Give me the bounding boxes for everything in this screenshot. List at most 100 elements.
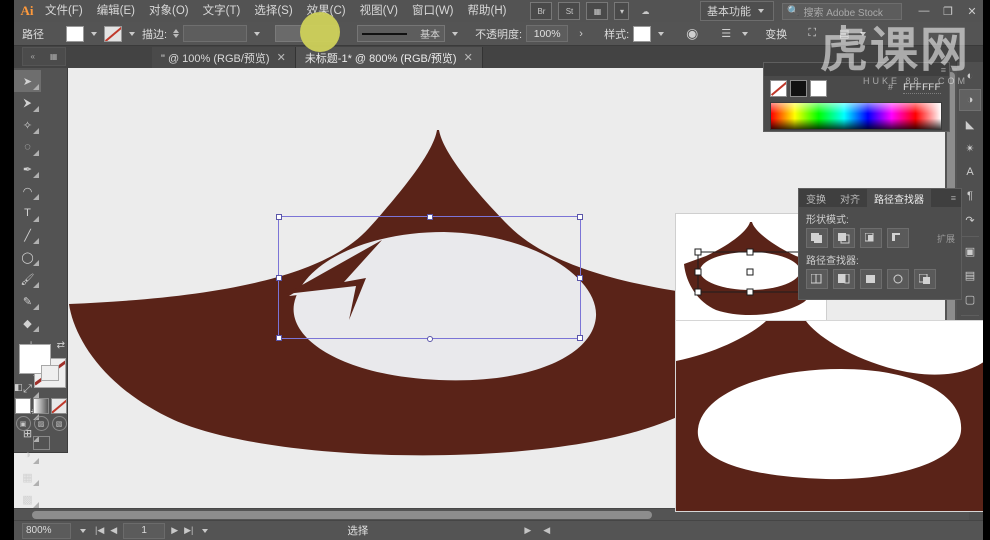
default-fill-stroke-icon[interactable]: ◧ (14, 382, 23, 393)
gradient-panel-icon[interactable]: ◣ (959, 113, 981, 135)
artboard-nav-first[interactable]: |◀ (95, 525, 104, 536)
chevron-down-icon[interactable] (80, 528, 86, 533)
appearance-panel-icon[interactable]: ▣ (959, 240, 981, 262)
opacity-field[interactable]: 100% (526, 25, 569, 42)
status-next-icon[interactable]: ▶ (524, 525, 531, 536)
pathfinder-crop-button[interactable] (887, 269, 909, 289)
panel-menu-icon[interactable]: ≡ (941, 65, 946, 75)
white-swatch[interactable] (810, 80, 827, 97)
tab-panel-grip[interactable]: «▦ (22, 47, 66, 66)
selection-bounding-box[interactable] (276, 214, 583, 342)
color-mode-gradient[interactable] (33, 398, 49, 414)
paragraph-panel-icon[interactable]: ¶ (959, 185, 981, 207)
fill-swatch[interactable] (66, 25, 84, 42)
pathfinder-divide-button[interactable] (806, 269, 828, 289)
stock-search-input[interactable]: 🔍 搜索 Adobe Stock (782, 2, 902, 20)
menu-window[interactable]: 窗口(W) (405, 0, 461, 22)
type-tool[interactable]: T (14, 202, 41, 224)
black-swatch[interactable] (790, 80, 807, 97)
pathfinder-unite-button[interactable] (806, 228, 828, 248)
stroke-weight-field[interactable] (183, 25, 248, 42)
chevron-down-icon[interactable] (860, 31, 867, 36)
curvature-tool[interactable]: ◠ (14, 180, 41, 202)
close-icon[interactable]: ✕ (464, 51, 473, 64)
chevron-down-icon[interactable] (129, 31, 135, 36)
document-tab-1[interactable]: " @ 100% (RGB/预览) ✕ (152, 47, 296, 68)
layers-panel-icon[interactable]: ▤ (959, 264, 981, 286)
color-mode-solid[interactable] (15, 398, 31, 414)
handle-bottom-left[interactable] (276, 335, 282, 341)
symbols-panel-icon[interactable]: ✴ (959, 137, 981, 159)
color-panel-icon[interactable]: ◐ (959, 65, 981, 87)
menu-help[interactable]: 帮助(H) (461, 0, 514, 22)
brushes-panel-icon[interactable]: ↷ (959, 209, 981, 231)
draw-inside-mode[interactable]: ▧ (51, 416, 67, 431)
screen-mode-button[interactable] (14, 434, 68, 452)
window-close-button[interactable]: ✕ (960, 5, 984, 18)
zoom-level-field[interactable]: 800% (22, 522, 71, 539)
artboard-nav-next[interactable]: ▶ (171, 525, 178, 536)
arrange-documents-icon[interactable]: ▦ (586, 2, 609, 20)
document-setup-icon[interactable]: ▤ (835, 26, 853, 42)
stroke-weight-stepper[interactable] (173, 29, 180, 38)
chevron-down-icon[interactable]: ▾ (614, 2, 630, 20)
stroke-swatch[interactable] (104, 25, 122, 42)
status-prev-icon[interactable]: ◀ (543, 525, 550, 536)
direct-selection-tool[interactable]: ⮞ (14, 92, 41, 114)
workspace-switcher[interactable]: 基本功能 (700, 1, 774, 21)
close-icon[interactable]: ✕ (277, 51, 286, 64)
magic-wand-tool[interactable]: ✧ (14, 114, 41, 136)
artboard-number-field[interactable]: 1 (123, 522, 166, 539)
tab-align[interactable]: 对齐 (833, 189, 867, 207)
mesh-tool[interactable]: ▩ (14, 488, 41, 510)
chevron-down-icon[interactable] (254, 31, 261, 36)
chevron-down-icon[interactable] (658, 31, 665, 36)
pathfinder-exclude-button[interactable] (887, 228, 909, 248)
color-mode-none[interactable] (51, 398, 67, 414)
hex-value-field[interactable]: FFFFFF (903, 82, 941, 94)
opacity-options-icon[interactable]: › (572, 26, 590, 42)
handle-bottom-center[interactable] (426, 336, 433, 342)
sync-settings-icon[interactable]: ☁ (635, 3, 655, 19)
panel-menu-icon[interactable]: ≡ (946, 189, 961, 207)
ellipse-tool[interactable]: ◯ (14, 246, 41, 268)
handle-middle-right[interactable] (577, 274, 583, 281)
isolate-icon[interactable]: ⛶ (803, 26, 821, 42)
menu-edit[interactable]: 编辑(E) (90, 0, 142, 22)
handle-middle-left[interactable] (276, 274, 282, 281)
window-minimize-button[interactable]: — (912, 5, 936, 17)
handle-top-right[interactable] (577, 214, 583, 220)
pathfinder-merge-button[interactable] (860, 269, 882, 289)
lasso-tool[interactable]: ◌ (14, 136, 41, 158)
chevron-down-icon[interactable] (742, 31, 749, 36)
blob-brush-tool[interactable]: ◆ (14, 312, 41, 334)
stock-icon[interactable]: St (558, 2, 581, 20)
paintbrush-tool[interactable]: 🖌 (14, 268, 41, 290)
perspective-grid-tool[interactable]: ▦ (14, 466, 41, 488)
line-segment-tool[interactable]: ╱ (14, 224, 41, 246)
swap-fill-stroke-icon[interactable]: ⇄ (57, 340, 65, 351)
menu-select[interactable]: 选择(S) (247, 0, 299, 22)
stroke-profile-dropdown[interactable]: 基本 (357, 25, 446, 42)
handle-bottom-right[interactable] (577, 335, 583, 341)
expand-button[interactable]: 扩展 (937, 232, 955, 245)
pathfinder-trim-button[interactable] (833, 269, 855, 289)
window-restore-button[interactable]: ❐ (936, 5, 960, 18)
pen-tool[interactable]: ✒ (14, 158, 41, 180)
transform-label[interactable]: 变换 (765, 26, 787, 42)
recolor-artwork-icon[interactable]: ◉ (683, 25, 701, 42)
tab-transform[interactable]: 变换 (799, 189, 833, 207)
chevron-down-icon[interactable] (452, 31, 459, 36)
handle-top-center[interactable] (426, 214, 433, 220)
pathfinder-outline-button[interactable] (914, 269, 936, 289)
draw-normal-mode[interactable]: ▣ (15, 416, 31, 431)
shaper-tool[interactable]: ✎ (14, 290, 41, 312)
pathfinder-intersect-button[interactable] (860, 228, 882, 248)
none-swatch[interactable] (770, 80, 787, 97)
menu-file[interactable]: 文件(F) (38, 0, 90, 22)
pathfinder-minus-front-button[interactable] (833, 228, 855, 248)
color-spectrum-bar[interactable] (770, 102, 942, 130)
graphic-style-swatch[interactable] (633, 25, 652, 42)
bridge-icon[interactable]: Br (530, 2, 553, 20)
selection-tool[interactable]: ➤ (14, 70, 41, 92)
